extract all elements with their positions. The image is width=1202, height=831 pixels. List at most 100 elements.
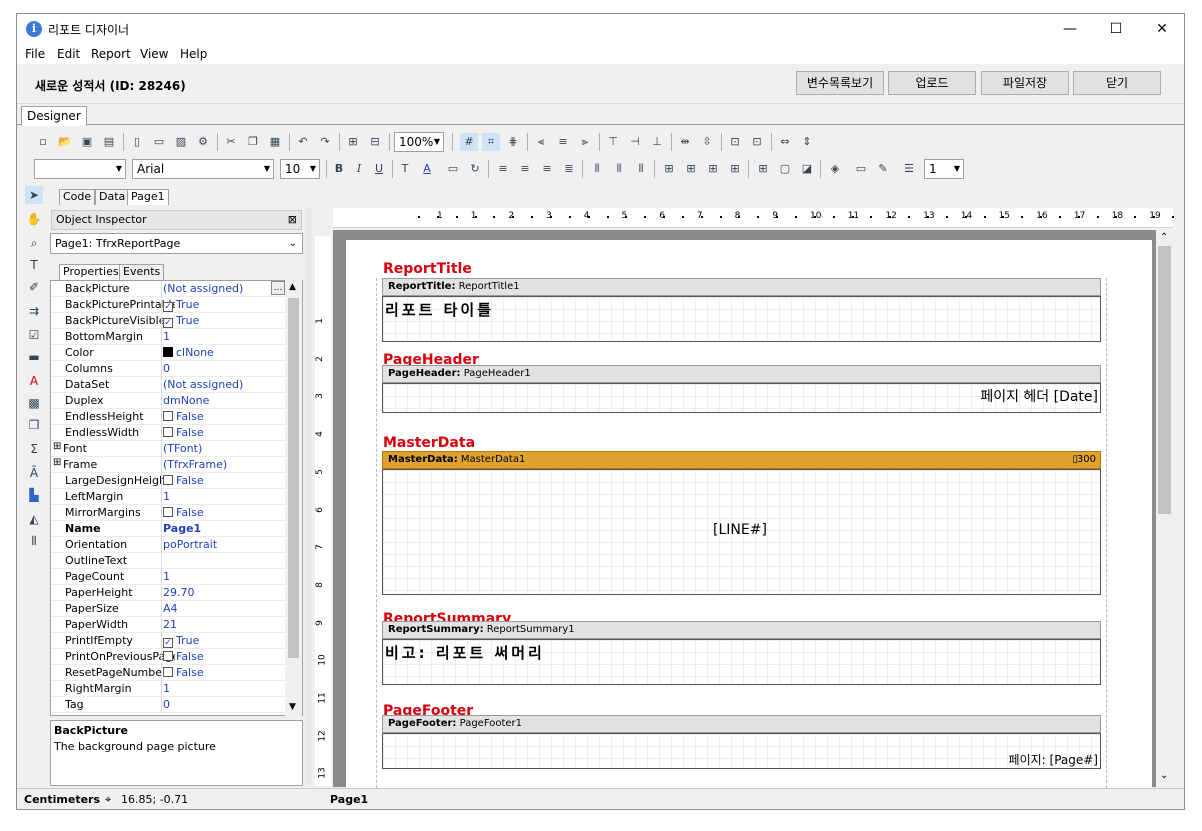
frame-bottom-icon[interactable]: ⊞ [682, 160, 700, 178]
paste-icon[interactable]: ▦ [266, 133, 284, 151]
style-select[interactable]: ▼ [34, 159, 126, 179]
frame-style-icon[interactable]: ✎ [874, 160, 892, 178]
upload-button[interactable]: 업로드 [888, 71, 976, 95]
property-row[interactable]: Duplex dmNone [51, 393, 287, 409]
property-row[interactable]: PaperWidth 21 [51, 617, 287, 633]
property-row[interactable]: BackPicturePrintable ✓ True [51, 297, 287, 313]
property-value[interactable]: False [163, 426, 204, 439]
new-page-icon[interactable]: ▯ [128, 133, 146, 151]
text-tool-icon[interactable]: T [25, 256, 43, 274]
property-row[interactable]: Frame ⊞ (TfrxFrame) [51, 457, 287, 473]
preview-icon[interactable]: ▤ [100, 133, 118, 151]
checkbox-unchecked[interactable] [163, 427, 173, 437]
canvas-scrollbar[interactable]: ⌃ ⌄ [1156, 230, 1173, 787]
property-value[interactable]: 1 [163, 490, 170, 503]
align-top-icon[interactable]: ⊤ [604, 133, 622, 151]
property-value[interactable]: Page1 [163, 522, 201, 535]
open-folder-icon[interactable]: 📂 [56, 133, 74, 151]
line-width-select[interactable]: 1 ▼ [924, 159, 964, 179]
fill-color-icon[interactable]: ◈ [826, 160, 844, 178]
property-row[interactable]: BackPictureVisible ✓ True [51, 313, 287, 329]
scroll-thumb[interactable] [1158, 246, 1171, 514]
page-settings-icon[interactable]: ⚙ [194, 133, 212, 151]
panel-splitter[interactable] [306, 208, 312, 786]
property-row[interactable]: BottomMargin 1 [51, 329, 287, 345]
frame-width-icon[interactable]: ☰ [900, 160, 918, 178]
picture-tool-icon[interactable]: ▩ [25, 394, 43, 412]
valign-bottom-icon[interactable]: ⦀ [632, 160, 650, 178]
property-value[interactable]: (Not assigned) [163, 282, 243, 295]
checkbox-unchecked[interactable] [163, 651, 173, 661]
property-value[interactable]: clNone [163, 346, 214, 359]
cut-icon[interactable]: ✂ [222, 133, 240, 151]
close-window-button[interactable]: ✕ [1139, 14, 1184, 44]
text-align-right-icon[interactable]: ≡ [538, 160, 556, 178]
zoom-select[interactable]: 100% ▼ [394, 132, 444, 152]
property-row[interactable]: PaperHeight 29.70 [51, 585, 287, 601]
frame-right-icon[interactable]: ⊞ [726, 160, 744, 178]
object-select[interactable]: Page1: TfrxReportPage ⌄ [50, 233, 303, 254]
menu-edit[interactable]: Edit [57, 47, 80, 61]
property-value[interactable]: False [163, 650, 204, 663]
menu-view[interactable]: View [140, 47, 168, 61]
space-horizontal-icon[interactable]: ⇹ [676, 133, 694, 151]
checkbox-unchecked[interactable] [163, 507, 173, 517]
new-dialog-icon[interactable]: ▭ [150, 133, 168, 151]
undo-icon[interactable]: ↶ [294, 133, 312, 151]
band-report-title[interactable]: 리포트 타이틀 [382, 296, 1101, 342]
property-row[interactable]: Color clNone [51, 345, 287, 361]
property-value[interactable]: (Not assigned) [163, 378, 243, 391]
select-tool-icon[interactable]: ➤ [25, 186, 43, 204]
barcode-tool-icon[interactable]: ⦀ [25, 532, 43, 550]
menu-help[interactable]: Help [180, 47, 207, 61]
band-header-report-summary[interactable]: ReportSummary: ReportSummary1 [382, 621, 1101, 639]
property-value[interactable]: A4 [163, 602, 178, 615]
checkbox-tool-icon[interactable]: ☑ [25, 326, 43, 344]
property-row[interactable]: BackPicture (Not assigned)… [51, 281, 287, 297]
center-h-icon[interactable]: ⊡ [726, 133, 744, 151]
property-row[interactable]: Name Page1 [51, 521, 287, 537]
property-value[interactable]: 1 [163, 570, 170, 583]
align-center-h-icon[interactable]: ≡ [554, 133, 572, 151]
align-to-grid-icon[interactable]: ⌗ [482, 133, 500, 151]
checkbox-unchecked[interactable] [163, 475, 173, 485]
menu-file[interactable]: File [25, 47, 45, 61]
redo-icon[interactable]: ↷ [316, 133, 334, 151]
line-number-field[interactable]: [LINE#] [713, 522, 767, 538]
property-row[interactable]: DataSet (Not assigned) [51, 377, 287, 393]
frame-left-icon[interactable]: ⊞ [704, 160, 722, 178]
font-size-select[interactable]: 10 ▼ [280, 159, 320, 179]
band-page-header[interactable]: 페이지 헤더 [Date] [382, 383, 1101, 413]
fit-grid-icon[interactable]: ⋕ [504, 133, 522, 151]
highlight-icon[interactable]: ▭ [444, 160, 462, 178]
memo-tool-icon[interactable]: A [25, 372, 43, 390]
property-value[interactable]: ✓ True [163, 634, 199, 648]
variable-list-button[interactable]: 변수목록보기 [796, 71, 884, 95]
frame-all-icon[interactable]: ⊞ [754, 160, 772, 178]
show-grid-icon[interactable]: # [460, 133, 478, 151]
tab-events[interactable]: Events [119, 264, 165, 280]
property-row[interactable]: EndlessWidth False [51, 425, 287, 441]
property-value[interactable]: 0 [163, 698, 170, 711]
rotation-icon[interactable]: ↻ [466, 160, 484, 178]
property-row[interactable]: Font ⊞ (TFont) [51, 441, 287, 457]
align-bottom-icon[interactable]: ⊥ [648, 133, 666, 151]
property-row[interactable]: ResetPageNumbers False [51, 665, 287, 681]
frame-color-icon[interactable]: ▭ [852, 160, 870, 178]
scroll-down-icon[interactable]: ⌄ [1160, 770, 1168, 781]
property-value[interactable]: (TFont) [163, 442, 202, 455]
checkbox-checked[interactable]: ✓ [163, 638, 173, 648]
property-row[interactable]: Columns 0 [51, 361, 287, 377]
text-align-center-icon[interactable]: ≡ [516, 160, 534, 178]
tab-properties[interactable]: Properties [59, 264, 123, 280]
close-doc-button[interactable]: 닫기 [1073, 71, 1161, 95]
scroll-down-icon[interactable]: ▼ [289, 702, 296, 712]
font-name-select[interactable]: Arial ▼ [132, 159, 274, 179]
font-color-icon[interactable]: A [418, 160, 436, 178]
tab-code[interactable]: Code [59, 189, 96, 205]
property-value[interactable]: dmNone [163, 394, 209, 407]
band-header-report-title[interactable]: ReportTitle: ReportTitle1 [382, 278, 1101, 296]
checkbox-checked[interactable]: ✓ [163, 302, 173, 312]
maximize-button[interactable]: ☐ [1093, 14, 1139, 44]
align-right-icon[interactable]: ⫸ [576, 133, 594, 151]
